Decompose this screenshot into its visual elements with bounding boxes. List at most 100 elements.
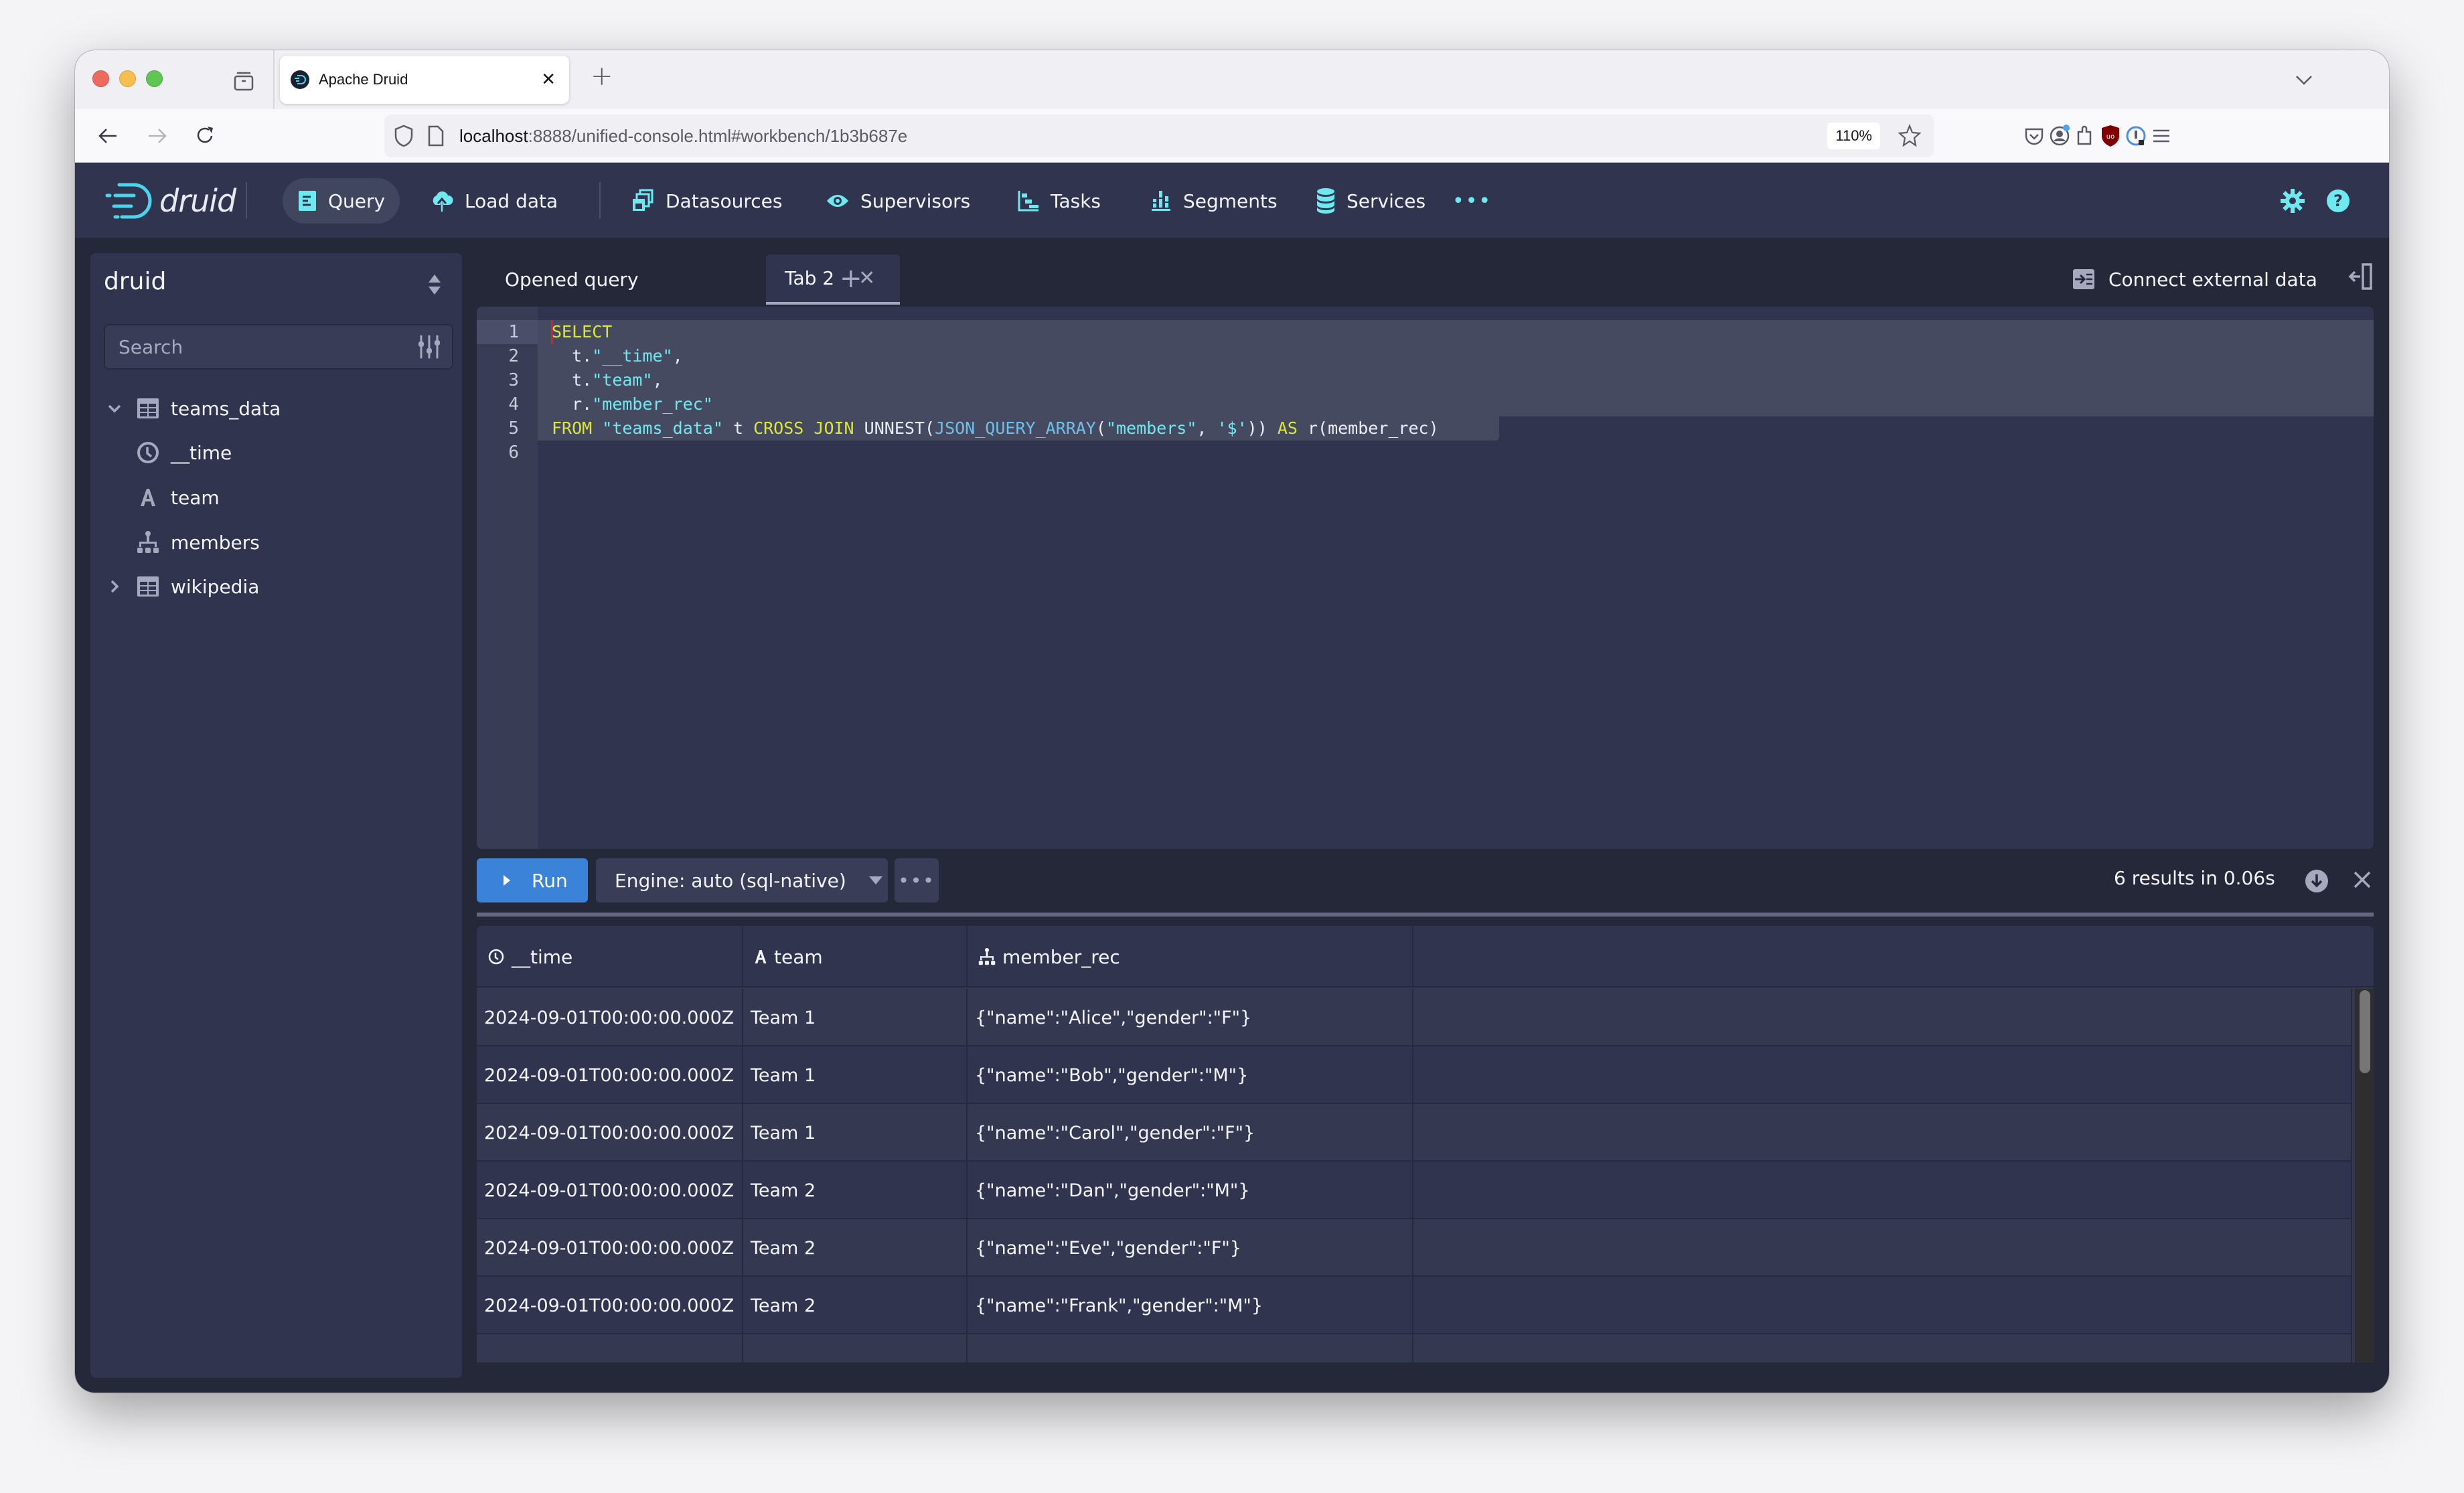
table-cell[interactable]: {"name":"Bob","gender":"M"}	[968, 1046, 1413, 1104]
close-results-icon[interactable]	[2352, 869, 2373, 890]
add-query-tab-button[interactable]: +	[840, 263, 862, 294]
table-cell[interactable]: 2024-09-01T00:00:00.000Z	[477, 1219, 743, 1277]
browser-toolbar: localhost:8888/unified-console.html#work…	[75, 109, 2389, 163]
nav-more-button[interactable]: •••	[1438, 178, 1507, 224]
address-bar[interactable]: localhost:8888/unified-console.html#work…	[384, 114, 1934, 157]
caret-down-icon	[868, 876, 882, 884]
minimize-window-button[interactable]	[119, 70, 136, 87]
nav-tasks[interactable]: Tasks	[1002, 178, 1115, 224]
run-label: Run	[532, 869, 568, 892]
table-cell[interactable]: 2024-09-01T00:00:00.000Z	[477, 1277, 743, 1334]
nav-segments-label: Segments	[1183, 189, 1278, 212]
nav-tasks-label: Tasks	[1051, 189, 1101, 212]
connect-external-data-button[interactable]: Connect external data	[2072, 259, 2317, 299]
tree-item-column-time[interactable]: __time	[90, 433, 232, 473]
svg-text:?: ?	[2333, 191, 2343, 210]
column-header-time[interactable]: __time	[477, 926, 743, 988]
scrollbar-thumb[interactable]	[2360, 990, 2370, 1073]
table-cell[interactable]: Team 2	[743, 1277, 968, 1334]
table-cell[interactable]: Team 2	[743, 1219, 968, 1277]
forward-arrow-icon[interactable]	[145, 124, 169, 148]
close-window-button[interactable]	[92, 70, 109, 87]
table-cell[interactable]: {"name":"Dan","gender":"M"}	[968, 1162, 1413, 1219]
line-number: 5	[508, 418, 519, 439]
table-cell[interactable]: {"name":"Carol","gender":"F"}	[968, 1104, 1413, 1162]
table-cell	[1413, 1277, 2352, 1334]
database-name: druid	[104, 268, 167, 295]
table-cell[interactable]: Team 1	[743, 1046, 968, 1104]
maximize-window-button[interactable]	[146, 70, 163, 87]
table-cell[interactable]: 2024-09-01T00:00:00.000Z	[477, 989, 743, 1046]
table-cell[interactable]: Team 1	[743, 989, 968, 1046]
account-icon[interactable]	[2046, 123, 2073, 149]
query-tab-opened-query[interactable]: Opened query	[495, 254, 648, 305]
chevron-right-icon[interactable]	[101, 573, 128, 600]
table-cell[interactable]: 2024-09-01T00:00:00.000Z	[477, 1046, 743, 1104]
filter-sliders-icon[interactable]	[417, 333, 441, 360]
reload-icon[interactable]	[193, 124, 217, 148]
string-type-icon	[755, 950, 767, 963]
table-row: 2024-09-01T00:00:00.000Z Team 1 {"name":"C…	[477, 1104, 2352, 1162]
hamburger-menu-icon[interactable]	[2148, 123, 2175, 149]
table-cell[interactable]: Team 1	[743, 1104, 968, 1162]
shield-icon[interactable]	[394, 124, 414, 148]
url-host: localhost	[459, 125, 528, 146]
browser-tab-title: Apache Druid	[319, 71, 408, 88]
back-arrow-icon[interactable]	[96, 124, 121, 148]
editor-results-resize-handle[interactable]	[477, 913, 2374, 917]
close-tab-icon[interactable]: ✕	[541, 70, 556, 90]
tab-overview-icon[interactable]	[233, 70, 254, 92]
pocket-icon[interactable]	[2021, 123, 2048, 149]
json-hierarchy-icon	[978, 948, 996, 965]
password-manager-icon[interactable]	[2123, 123, 2149, 149]
engine-selector[interactable]: Engine: auto (sql-native)	[596, 858, 888, 902]
ublock-origin-icon[interactable]: uo	[2097, 123, 2124, 149]
table-cell[interactable]: 2024-09-01T00:00:00.000Z	[477, 1104, 743, 1162]
table-cell[interactable]: {"name":"Frank","gender":"M"}	[968, 1277, 1413, 1334]
zoom-level-badge[interactable]: 110%	[1827, 123, 1880, 149]
query-tab-tab-2[interactable]: Tab 2 ✕	[766, 254, 900, 305]
tree-item-column-team[interactable]: team	[90, 477, 220, 518]
help-icon[interactable]: ?	[2325, 187, 2352, 214]
stacked-chart-icon	[1152, 191, 1170, 211]
table-cell[interactable]: 2024-09-01T00:00:00.000Z	[477, 1162, 743, 1219]
table-row-empty	[477, 1334, 2352, 1362]
database-switch-icon[interactable]	[427, 273, 442, 296]
browser-tab-apache-druid[interactable]: Apache Druid ✕	[280, 56, 569, 104]
table-cell	[1413, 1162, 2352, 1219]
schema-search-field[interactable]	[104, 324, 453, 370]
column-header-member-rec[interactable]: member_rec	[968, 926, 1413, 988]
download-icon[interactable]	[2305, 869, 2329, 893]
nav-datasources[interactable]: Datasources	[616, 178, 797, 224]
schema-search-input[interactable]	[105, 335, 417, 358]
collapse-panel-icon[interactable]	[2348, 263, 2372, 290]
settings-gear-icon[interactable]	[2279, 187, 2306, 214]
nav-segments[interactable]: Segments	[1135, 178, 1292, 224]
druid-logo[interactable]: druid	[104, 182, 236, 220]
table-cell[interactable]: {"name":"Eve","gender":"F"}	[968, 1219, 1413, 1277]
table-cell	[1413, 1334, 2352, 1362]
nav-supervisors[interactable]: Supervisors	[811, 178, 985, 224]
vertical-scrollbar[interactable]	[2355, 989, 2374, 1362]
nav-load-data[interactable]: Load data	[415, 178, 572, 224]
sql-editor[interactable]: 1 2 3 4 5 6 SELECT t."__time", t."team",…	[477, 307, 2374, 849]
table-cell[interactable]: Team 2	[743, 1162, 968, 1219]
nav-query[interactable]: Query	[283, 178, 400, 224]
table-cell	[743, 1334, 968, 1362]
nav-services[interactable]: Services	[1301, 178, 1440, 224]
new-tab-button[interactable]: +	[591, 61, 613, 92]
chevron-down-icon[interactable]	[2294, 74, 2314, 87]
tree-item-wikipedia[interactable]: wikipedia	[90, 566, 259, 607]
run-more-options-button[interactable]: •••	[895, 858, 939, 902]
url-text[interactable]: localhost:8888/unified-console.html#work…	[459, 126, 907, 147]
column-header-team[interactable]: team	[743, 926, 968, 988]
table-cell[interactable]: {"name":"Alice","gender":"F"}	[968, 989, 1413, 1046]
extensions-puzzle-icon[interactable]	[2072, 123, 2098, 149]
tree-item-column-members[interactable]: members	[90, 522, 260, 562]
bookmark-star-icon[interactable]	[1898, 124, 1922, 148]
run-button[interactable]: Run	[477, 858, 588, 902]
table-cell	[1413, 1104, 2352, 1162]
tree-item-teams-data[interactable]: teams_data	[90, 388, 281, 428]
chevron-down-icon[interactable]	[101, 395, 128, 422]
line-number: 1	[477, 320, 538, 344]
